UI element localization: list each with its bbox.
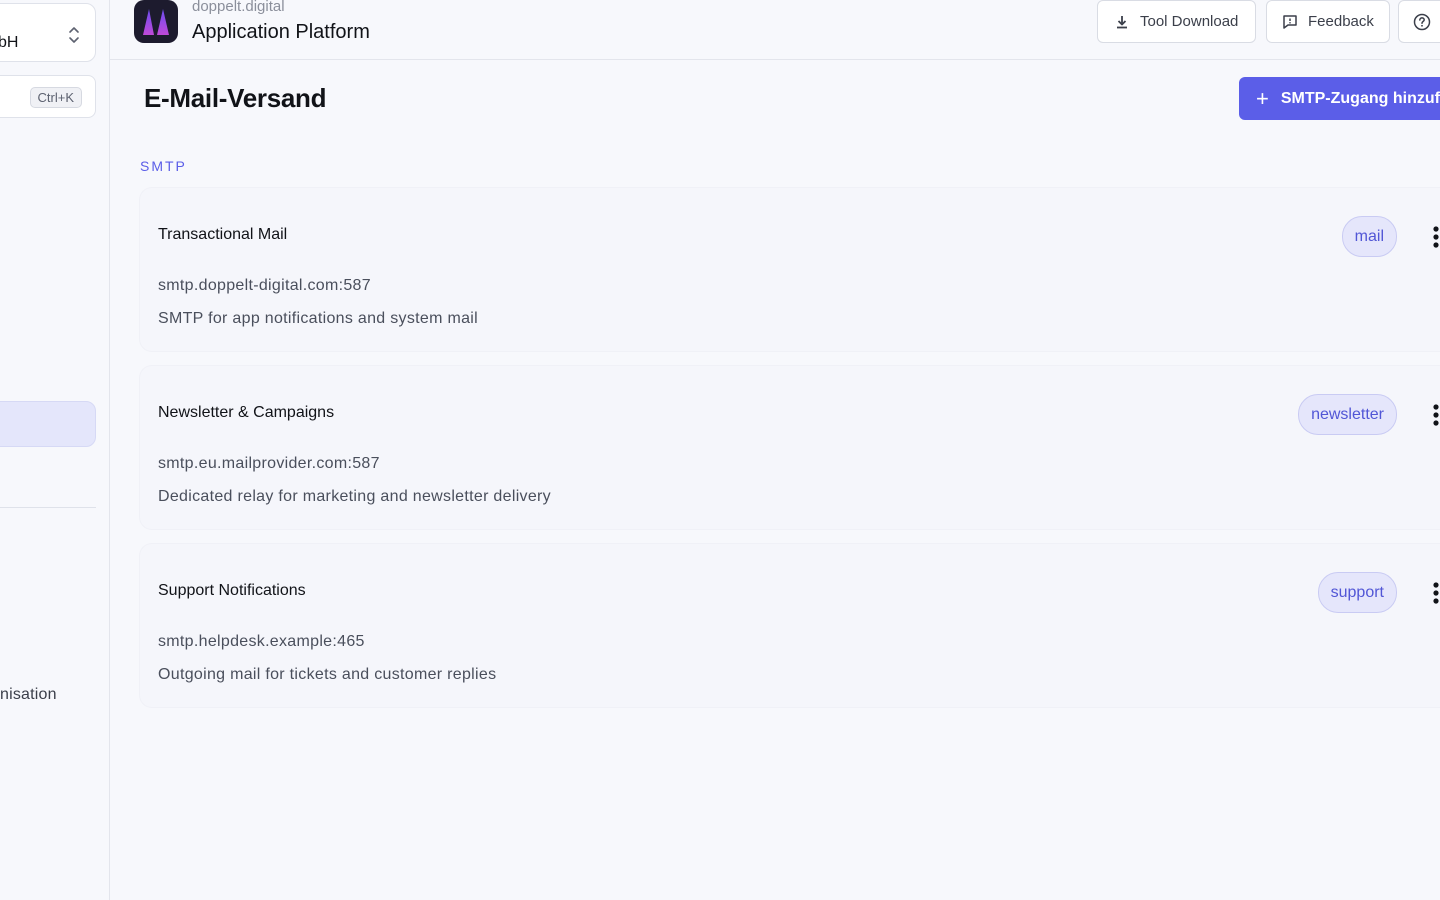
app-logo [134, 0, 178, 43]
smtp-card[interactable]: Transactional Mail smtp.doppelt-digital.… [140, 188, 1440, 351]
top-header: doppelt.digital Application Platform Too… [110, 0, 1440, 60]
sidebar-item-active[interactable] [0, 401, 96, 447]
feedback-label: Feedback [1308, 13, 1374, 30]
smtp-card-description: Outgoing mail for tickets and customer r… [158, 666, 497, 683]
plus-icon: + [1256, 85, 1269, 111]
smtp-card-tag: newsletter [1298, 394, 1397, 435]
sidebar-item-organisation[interactable]: nisation [0, 686, 57, 704]
tool-download-label: Tool Download [1140, 13, 1239, 30]
smtp-card-host: smtp.helpdesk.example:465 [158, 633, 365, 650]
smtp-card-host: smtp.eu.mailprovider.com:587 [158, 455, 380, 472]
smtp-card-name: Newsletter & Campaigns [158, 404, 335, 421]
add-smtp-access-label: SMTP-Zugang hinzufü [1280, 89, 1440, 107]
feedback-icon [1281, 13, 1299, 31]
smtp-card-name: Transactional Mail [158, 226, 288, 243]
chevron-up-down-icon [67, 24, 81, 46]
smtp-card-host: smtp.doppelt-digital.com:587 [158, 277, 371, 294]
add-smtp-access-button[interactable]: + SMTP-Zugang hinzufü [1239, 77, 1440, 120]
help-circle-icon [1413, 13, 1431, 31]
smtp-card[interactable]: Newsletter & Campaigns smtp.eu.mailprovi… [140, 366, 1440, 529]
smtp-card-description: SMTP for app notifications and system ma… [158, 310, 478, 327]
search-input[interactable]: Ctrl+K [0, 75, 96, 118]
more-vertical-icon[interactable] [1424, 222, 1440, 252]
smtp-card[interactable]: Support Notifications smtp.helpdesk.exam… [140, 544, 1440, 707]
smtp-card-tag: mail [1341, 216, 1397, 257]
more-vertical-icon[interactable] [1424, 400, 1440, 430]
sidebar-divider [0, 507, 96, 508]
search-shortcut-badge: Ctrl+K [29, 87, 82, 108]
page-title: E-Mail-Versand [144, 83, 327, 113]
tool-download-button[interactable]: Tool Download [1097, 0, 1256, 43]
smtp-card-tag: support [1317, 572, 1397, 613]
section-label-smtp: SMTP [140, 158, 187, 174]
brand-domain: doppelt.digital [192, 0, 285, 15]
sidebar: bH Ctrl+K nisation [0, 0, 110, 900]
help-button[interactable] [1398, 0, 1440, 43]
organization-name: bH [0, 34, 19, 51]
organization-switcher[interactable]: bH [0, 3, 96, 62]
smtp-card-description: Dedicated relay for marketing and newsle… [158, 488, 551, 505]
app-title: Application Platform [192, 21, 370, 43]
smtp-card-name: Support Notifications [158, 582, 306, 599]
download-icon [1113, 13, 1131, 31]
more-vertical-icon[interactable] [1424, 578, 1440, 608]
feedback-button[interactable]: Feedback [1266, 0, 1390, 43]
